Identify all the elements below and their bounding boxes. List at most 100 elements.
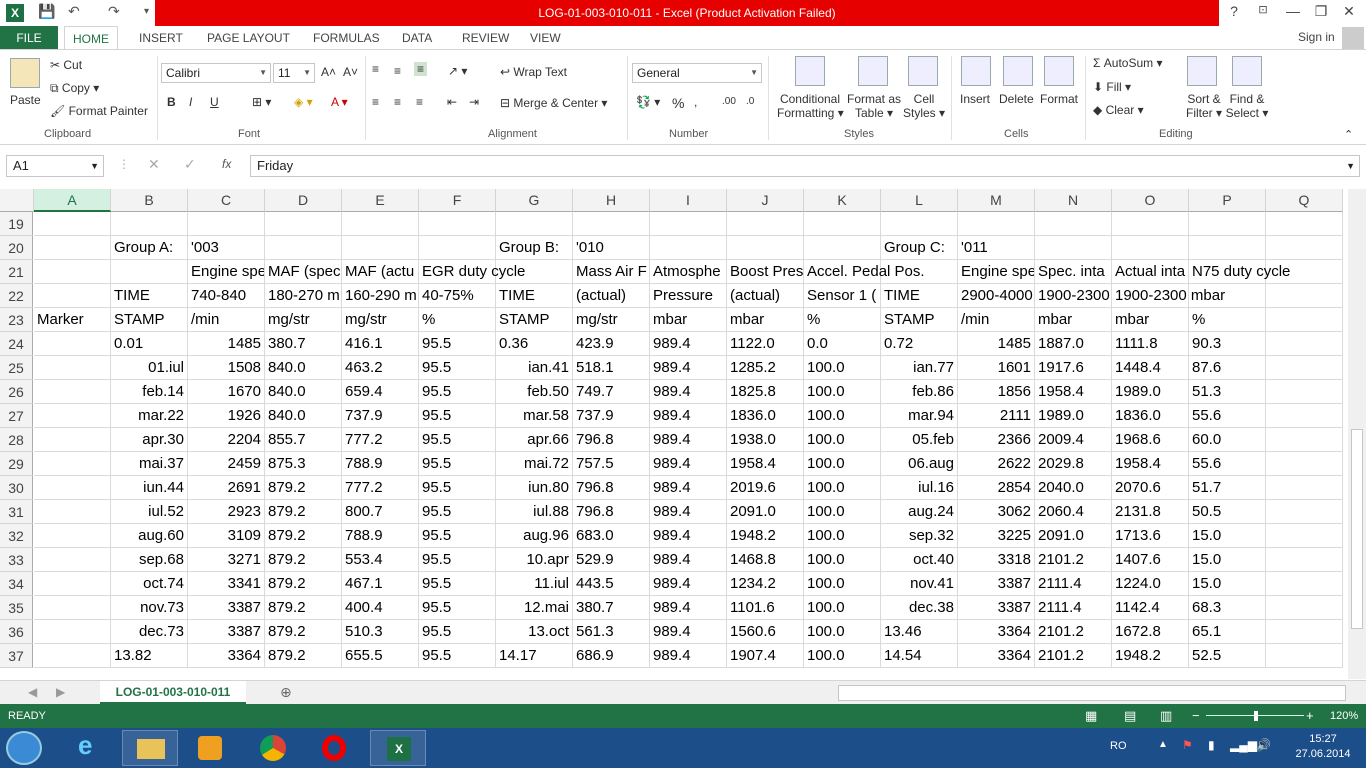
comma-style-icon[interactable]: , xyxy=(694,95,697,109)
cell[interactable]: 3062 xyxy=(958,500,1035,524)
find-select-icon[interactable] xyxy=(1232,56,1262,86)
cell[interactable] xyxy=(342,212,419,236)
cell[interactable]: 0.01 xyxy=(111,332,188,356)
row-header[interactable]: 24 xyxy=(0,332,33,356)
row-header[interactable]: 30 xyxy=(0,476,33,500)
tab-data[interactable]: DATA xyxy=(394,26,440,50)
cell[interactable]: mbar xyxy=(1112,308,1189,332)
cell[interactable]: 686.9 xyxy=(573,644,650,668)
row-header[interactable]: 19 xyxy=(0,212,33,236)
row-header[interactable]: 23 xyxy=(0,308,33,332)
cell[interactable]: 879.2 xyxy=(265,476,342,500)
cell[interactable]: aug.96 xyxy=(496,524,573,548)
cell[interactable]: EGR duty cycle xyxy=(419,260,525,284)
ribbon-display-options-icon[interactable]: ⊡ xyxy=(1252,3,1274,16)
cell[interactable]: 95.5 xyxy=(419,548,496,572)
cell[interactable]: 1407.6 xyxy=(1112,548,1189,572)
undo-icon[interactable]: ↶ xyxy=(68,3,80,20)
minimize-button[interactable]: — xyxy=(1282,3,1304,19)
cell[interactable]: 840.0 xyxy=(265,404,342,428)
cell[interactable] xyxy=(1266,476,1343,500)
cell[interactable]: 0.72 xyxy=(881,332,958,356)
cell[interactable] xyxy=(34,380,111,404)
cell[interactable]: 561.3 xyxy=(573,620,650,644)
avatar[interactable] xyxy=(1342,27,1364,49)
percent-icon[interactable]: % xyxy=(672,95,684,111)
cell[interactable] xyxy=(265,212,342,236)
cell-styles-icon[interactable] xyxy=(908,56,938,86)
underline-icon[interactable]: U xyxy=(210,95,219,109)
cell[interactable]: 989.4 xyxy=(650,524,727,548)
cell[interactable]: 95.5 xyxy=(419,428,496,452)
cell[interactable]: 1836.0 xyxy=(727,404,804,428)
cell[interactable]: '011 xyxy=(958,236,1035,260)
row-header[interactable]: 32 xyxy=(0,524,33,548)
cell[interactable]: iun.80 xyxy=(496,476,573,500)
delete-cells-icon[interactable] xyxy=(1003,56,1033,86)
cell[interactable]: 100.0 xyxy=(804,500,881,524)
row-header[interactable]: 20 xyxy=(0,236,33,260)
row-header[interactable]: 28 xyxy=(0,428,33,452)
cell[interactable]: 3387 xyxy=(958,572,1035,596)
redo-icon[interactable]: ↷ xyxy=(108,3,120,20)
cell[interactable]: 1508 xyxy=(188,356,265,380)
cell[interactable]: 1958.4 xyxy=(1035,380,1112,404)
format-cells-button[interactable]: Format xyxy=(1040,92,1078,106)
align-right-icon[interactable]: ≡ xyxy=(416,95,423,109)
cell[interactable]: 989.4 xyxy=(650,644,727,668)
cell[interactable] xyxy=(34,236,111,260)
column-header-q[interactable]: Q xyxy=(1266,189,1343,212)
cell[interactable]: 467.1 xyxy=(342,572,419,596)
cell[interactable]: 05.feb xyxy=(881,428,958,452)
cell[interactable]: nov.41 xyxy=(881,572,958,596)
cell[interactable]: 840.0 xyxy=(265,356,342,380)
cell[interactable]: 1958.4 xyxy=(1112,452,1189,476)
internet-explorer-icon[interactable]: e xyxy=(62,730,118,766)
cell-styles-button[interactable]: Cell Styles ▾ xyxy=(903,92,945,120)
column-header-h[interactable]: H xyxy=(573,189,650,212)
cell[interactable]: '003 xyxy=(188,236,265,260)
cell[interactable]: iul.52 xyxy=(111,500,188,524)
row-header[interactable]: 36 xyxy=(0,620,33,644)
column-header-a[interactable]: A xyxy=(34,189,111,212)
language-indicator[interactable]: RO xyxy=(1110,740,1127,752)
cell[interactable] xyxy=(727,236,804,260)
cell[interactable]: 95.5 xyxy=(419,572,496,596)
cell[interactable] xyxy=(958,212,1035,236)
cell[interactable]: 855.7 xyxy=(265,428,342,452)
cell[interactable]: 1836.0 xyxy=(1112,404,1189,428)
cancel-icon[interactable]: ✕ xyxy=(148,156,160,173)
currency-icon[interactable]: 💱 ▾ xyxy=(636,95,660,109)
normal-view-icon[interactable]: ▦ xyxy=(1085,704,1097,728)
row-header[interactable]: 25 xyxy=(0,356,33,380)
cell[interactable]: TIME xyxy=(881,284,958,308)
cell[interactable] xyxy=(34,596,111,620)
format-painter-button[interactable]: 🖌 Format Painter xyxy=(50,104,148,118)
chrome-icon[interactable] xyxy=(244,730,300,766)
column-header-b[interactable]: B xyxy=(111,189,188,212)
cell[interactable]: 879.2 xyxy=(265,572,342,596)
cell[interactable]: 2131.8 xyxy=(1112,500,1189,524)
cell[interactable]: mar.58 xyxy=(496,404,573,428)
cell[interactable] xyxy=(419,212,496,236)
fill-color-icon[interactable]: ◈ ▾ xyxy=(294,95,313,109)
restore-button[interactable]: ❐ xyxy=(1310,3,1332,20)
cell[interactable]: 95.5 xyxy=(419,380,496,404)
column-header-p[interactable]: P xyxy=(1189,189,1266,212)
cell[interactable] xyxy=(1266,596,1343,620)
cell[interactable] xyxy=(1189,236,1266,260)
next-sheet-icon[interactable]: ▶ xyxy=(56,685,65,699)
cell[interactable]: 840.0 xyxy=(265,380,342,404)
align-center-icon[interactable]: ≡ xyxy=(394,95,401,109)
cell[interactable]: 100.0 xyxy=(804,452,881,476)
cell[interactable]: 796.8 xyxy=(573,428,650,452)
tab-view[interactable]: VIEW xyxy=(522,26,569,50)
cell[interactable]: 2111.4 xyxy=(1035,572,1112,596)
cell[interactable] xyxy=(804,212,881,236)
cell[interactable]: STAMP xyxy=(881,308,958,332)
row-header[interactable]: 34 xyxy=(0,572,33,596)
cell[interactable]: 989.4 xyxy=(650,476,727,500)
cell[interactable]: mai.37 xyxy=(111,452,188,476)
enter-icon[interactable]: ✓ xyxy=(184,156,196,173)
cell[interactable]: mbar xyxy=(727,308,804,332)
